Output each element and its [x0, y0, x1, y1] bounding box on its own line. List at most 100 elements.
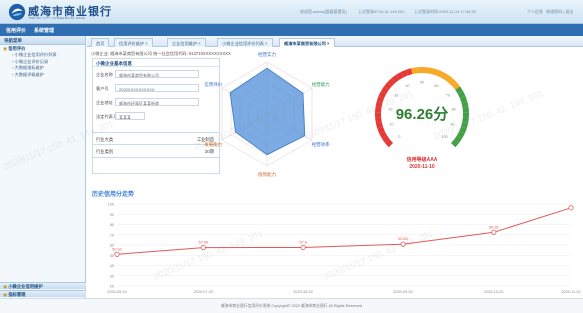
- gauge-tick-label: 60: [435, 84, 439, 88]
- gauge-arc-segment: [379, 131, 388, 139]
- gauge-arc-segment: [380, 86, 389, 95]
- logout-link[interactable]: 修改密码 | 退出: [546, 9, 573, 15]
- y-tick-label: 30: [110, 274, 114, 278]
- gauge-arc-segment: [457, 91, 466, 99]
- field-label: 企业名称: [96, 72, 113, 77]
- menu-system[interactable]: 系统管理: [34, 27, 54, 34]
- gauge-arc-segment: [381, 135, 390, 144]
- radar-label: 信用评价: [204, 81, 222, 88]
- gauge-tick-label: 90: [450, 122, 454, 126]
- x-tick-label: 2020-09-02: [393, 290, 412, 294]
- radar-label: 经营效率: [312, 141, 330, 148]
- bank-logo-icon: [8, 3, 26, 21]
- y-tick-label: 70: [110, 233, 114, 237]
- sidebar: 导航菜单 ▣ 信用评价 ▫ 小微企业信用评价列表 ▫ 小微企业评价记录 ▫ 大数…: [0, 36, 86, 298]
- last-login-time: 上次登录时间:2020-11-19 17:45:33: [414, 9, 476, 14]
- radar-label: 经营能力: [312, 81, 330, 88]
- tab-label: 首页: [96, 40, 105, 46]
- footer: 威海市商业银行信用评价系统 Copyright© 2020 威海市商业银行 Al…: [0, 298, 583, 313]
- gauge-tick-label: 100: [442, 135, 448, 139]
- sidebar-item-label: 小微企业评价记录: [14, 58, 49, 64]
- gauge-tick-label: 0: [398, 135, 400, 139]
- scale-label: 行业类别: [96, 149, 114, 154]
- gauge-arc-segment: [448, 78, 457, 87]
- credit-gauge: 0 10 20 30 40 50 60 70 80 90 100 96.26分 信用等级AAA 20…: [375, 67, 469, 170]
- tab-credit-maint[interactable]: 信用评价维护 ×: [114, 38, 153, 47]
- main-menubar: 信用评价 系统管理: [0, 24, 583, 36]
- gauge-arc-segment: [462, 106, 469, 113]
- gauge-tick-label: 50: [420, 81, 424, 85]
- data-label: 57.49: [199, 241, 209, 245]
- chart-series: 50.92 57.49 57.6 60.83 96.26: [112, 205, 574, 257]
- tab-label: 信用评价维护: [119, 40, 145, 46]
- data-point[interactable]: [491, 229, 497, 235]
- data-point[interactable]: [400, 241, 406, 247]
- data-point[interactable]: [114, 251, 120, 257]
- x-tick-label: 2020-11-10: [561, 290, 580, 294]
- data-point[interactable]: [300, 244, 306, 251]
- sidebar-item-label: 大数据指标维护: [14, 65, 44, 70]
- gauge-arc-segment: [383, 82, 392, 90]
- tab-label: 企业信用维护: [172, 40, 198, 46]
- y-tick-label: 80: [110, 223, 114, 227]
- gauge-arc-segment: [426, 67, 433, 75]
- gauge-arc-segment: [375, 117, 382, 124]
- radar-label: 偿债能力: [258, 171, 276, 178]
- top-header: 威海市商业银行 WEIHAI CITY COMMERCIAL BANK 欢迎您:…: [0, 0, 583, 24]
- gauge-arc-segment: [376, 96, 385, 103]
- x-tick-label: 2020-05-10: [107, 290, 126, 294]
- main-panel: 首页 信用评价维护 × 企业信用维护 × 小微企业信用评价列表 × 威海市某商贸…: [87, 36, 583, 298]
- field-label: 法定代表人: [96, 114, 117, 119]
- sidebar-title: 导航菜单: [0, 36, 85, 45]
- app-window: 威海市商业银行 WEIHAI CITY COMMERCIAL BANK 欢迎您:…: [0, 0, 583, 313]
- data-label: 50.92: [112, 247, 122, 251]
- data-point[interactable]: [568, 205, 574, 211]
- gauge-score: 96.26分: [396, 106, 449, 123]
- gauge-date: 2020-11-10: [409, 164, 435, 170]
- data-label: 96.26: [489, 225, 499, 229]
- sidebar-section-label: 指标管理: [8, 292, 26, 297]
- sidebar-section-maintenance[interactable]: ▣ 小微企业信用维护: [0, 282, 86, 289]
- gauge-arc-segment: [461, 101, 469, 108]
- gauge-rating: 信用等级AAA: [407, 156, 438, 163]
- tab-label: 威海市某商贸有限公司: [284, 40, 326, 46]
- gauge-tick-label: 20: [388, 107, 392, 111]
- tab-home[interactable]: 首页: [91, 38, 110, 47]
- gauge-arc-segment: [400, 69, 408, 78]
- gauge-arc-segment: [460, 121, 469, 129]
- gauge-arc-segment: [452, 82, 461, 90]
- gauge-arc-segment: [385, 139, 394, 148]
- brand-subtitle: WEIHAI CITY COMMERCIAL BANK: [29, 16, 86, 20]
- gauge-arc-segment: [411, 67, 418, 75]
- gauge-arc-segment: [431, 68, 439, 76]
- gauge-arc-segment: [378, 91, 387, 99]
- series-line: [116, 207, 572, 255]
- gauge-arc-segment: [454, 135, 463, 144]
- y-tick-label: 50: [110, 254, 114, 258]
- data-label: 57.6: [299, 240, 306, 244]
- gauge-arc-segment: [395, 72, 404, 80]
- gauge-arc-segment: [405, 68, 413, 76]
- sidebar-group-label: 信用评价: [8, 46, 26, 51]
- sidebar-group[interactable]: ▣ 信用评价: [0, 45, 85, 52]
- user-welcome: 欢迎您:admin(超级管理员): [300, 9, 347, 14]
- menu-credit[interactable]: 信用评价: [6, 27, 26, 34]
- gauge-tick-label: 70: [446, 94, 450, 98]
- y-tick-label: 40: [110, 264, 114, 268]
- last-login-ip: 上次登录IP:10.41.149.201: [358, 9, 405, 14]
- gauge-arc-segment: [375, 106, 382, 113]
- sidebar-item-label: 小微企业信用评价列表: [14, 52, 57, 57]
- gauge-arc-segment: [450, 139, 459, 148]
- gauge-arc-segment: [391, 74, 400, 83]
- gauge-arc-segment: [455, 86, 464, 95]
- data-point[interactable]: [200, 244, 206, 251]
- sidebar-section-indicators[interactable]: ▣ 指标管理: [0, 290, 86, 297]
- y-tick-label: 90: [110, 213, 114, 217]
- x-tick-label: 2020-07-02: [194, 290, 213, 294]
- sidebar-item-ratings[interactable]: ▫ 大数据评级维护: [0, 72, 85, 79]
- profile-link[interactable]: 个人信息: [527, 9, 543, 15]
- field-label: 企业地址: [96, 100, 113, 105]
- x-tick-label: 2020-08-02: [293, 290, 312, 294]
- sidebar-item-label: 大数据评级维护: [14, 71, 44, 77]
- gauge-arc-segment: [462, 117, 469, 124]
